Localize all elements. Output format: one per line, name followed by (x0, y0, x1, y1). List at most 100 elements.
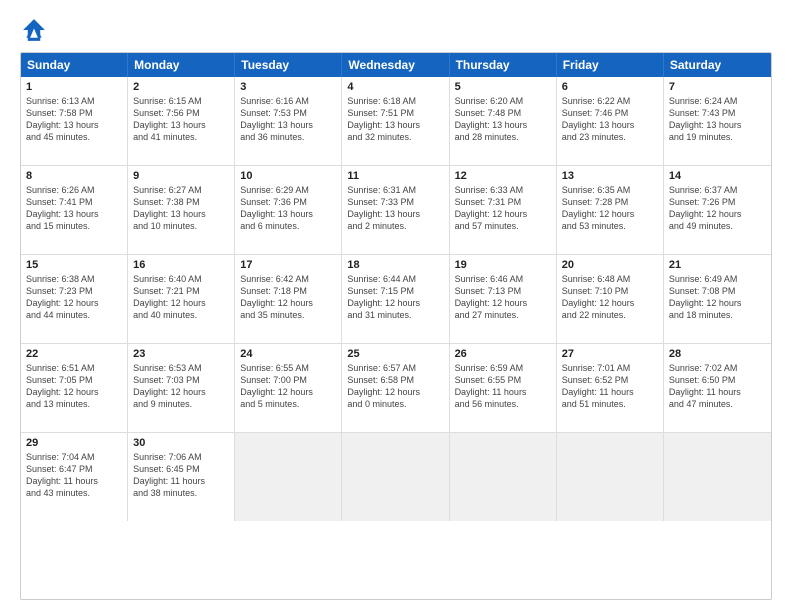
day-number: 5 (455, 81, 551, 93)
day-number: 13 (562, 170, 658, 182)
cell-info-line: Daylight: 12 hours (669, 208, 766, 220)
day-cell-21: 21Sunrise: 6:49 AMSunset: 7:08 PMDayligh… (664, 255, 771, 343)
cell-info-line: Sunrise: 6:44 AM (347, 273, 443, 285)
cell-info-line: Sunrise: 6:48 AM (562, 273, 658, 285)
cell-info-line: Sunset: 6:55 PM (455, 374, 551, 386)
page: SundayMondayTuesdayWednesdayThursdayFrid… (0, 0, 792, 612)
cell-info-line: Daylight: 13 hours (562, 119, 658, 131)
day-number: 8 (26, 170, 122, 182)
day-cell-3: 3Sunrise: 6:16 AMSunset: 7:53 PMDaylight… (235, 77, 342, 165)
day-cell-5: 5Sunrise: 6:20 AMSunset: 7:48 PMDaylight… (450, 77, 557, 165)
calendar-row-5: 29Sunrise: 7:04 AMSunset: 6:47 PMDayligh… (21, 433, 771, 521)
day-number: 22 (26, 348, 122, 360)
cell-info-line: Daylight: 12 hours (455, 208, 551, 220)
day-number: 21 (669, 259, 766, 271)
calendar-header: SundayMondayTuesdayWednesdayThursdayFrid… (21, 53, 771, 77)
cell-info-line: Sunrise: 7:01 AM (562, 362, 658, 374)
cell-info-line: Daylight: 12 hours (562, 297, 658, 309)
day-cell-17: 17Sunrise: 6:42 AMSunset: 7:18 PMDayligh… (235, 255, 342, 343)
cell-info-line: and 5 minutes. (240, 398, 336, 410)
empty-cell (342, 433, 449, 521)
logo (20, 16, 52, 44)
day-number: 10 (240, 170, 336, 182)
cell-info-line: Sunset: 6:52 PM (562, 374, 658, 386)
cell-info-line: Sunset: 6:47 PM (26, 463, 122, 475)
day-cell-16: 16Sunrise: 6:40 AMSunset: 7:21 PMDayligh… (128, 255, 235, 343)
cell-info-line: and 49 minutes. (669, 220, 766, 232)
day-number: 17 (240, 259, 336, 271)
empty-cell (664, 433, 771, 521)
cell-info-line: Daylight: 13 hours (133, 119, 229, 131)
day-cell-8: 8Sunrise: 6:26 AMSunset: 7:41 PMDaylight… (21, 166, 128, 254)
day-number: 2 (133, 81, 229, 93)
cell-info-line: Sunrise: 6:27 AM (133, 184, 229, 196)
cell-info-line: and 22 minutes. (562, 309, 658, 321)
cell-info-line: Sunrise: 6:57 AM (347, 362, 443, 374)
cell-info-line: Sunrise: 6:16 AM (240, 95, 336, 107)
day-cell-6: 6Sunrise: 6:22 AMSunset: 7:46 PMDaylight… (557, 77, 664, 165)
cell-info-line: Daylight: 12 hours (26, 386, 122, 398)
day-cell-1: 1Sunrise: 6:13 AMSunset: 7:58 PMDaylight… (21, 77, 128, 165)
cell-info-line: Sunrise: 6:24 AM (669, 95, 766, 107)
cell-info-line: Sunrise: 7:06 AM (133, 451, 229, 463)
day-cell-30: 30Sunrise: 7:06 AMSunset: 6:45 PMDayligh… (128, 433, 235, 521)
cell-info-line: Daylight: 12 hours (133, 297, 229, 309)
calendar: SundayMondayTuesdayWednesdayThursdayFrid… (20, 52, 772, 600)
cell-info-line: Sunrise: 6:29 AM (240, 184, 336, 196)
cell-info-line: and 19 minutes. (669, 131, 766, 143)
cell-info-line: Daylight: 12 hours (240, 386, 336, 398)
cell-info-line: Sunset: 7:26 PM (669, 196, 766, 208)
day-cell-25: 25Sunrise: 6:57 AMSunset: 6:58 PMDayligh… (342, 344, 449, 432)
cell-info-line: Sunset: 7:03 PM (133, 374, 229, 386)
calendar-row-2: 8Sunrise: 6:26 AMSunset: 7:41 PMDaylight… (21, 166, 771, 255)
day-number: 27 (562, 348, 658, 360)
cell-info-line: and 51 minutes. (562, 398, 658, 410)
cell-info-line: Daylight: 12 hours (240, 297, 336, 309)
cell-info-line: Sunset: 7:13 PM (455, 285, 551, 297)
cell-info-line: and 9 minutes. (133, 398, 229, 410)
cell-info-line: Sunrise: 6:55 AM (240, 362, 336, 374)
cell-info-line: Sunrise: 6:26 AM (26, 184, 122, 196)
cell-info-line: Sunset: 7:15 PM (347, 285, 443, 297)
calendar-row-1: 1Sunrise: 6:13 AMSunset: 7:58 PMDaylight… (21, 77, 771, 166)
cell-info-line: Sunset: 7:46 PM (562, 107, 658, 119)
day-number: 24 (240, 348, 336, 360)
cell-info-line: Sunrise: 6:38 AM (26, 273, 122, 285)
header-cell-friday: Friday (557, 53, 664, 77)
cell-info-line: Sunrise: 6:46 AM (455, 273, 551, 285)
cell-info-line: Sunset: 7:56 PM (133, 107, 229, 119)
cell-info-line: and 56 minutes. (455, 398, 551, 410)
day-number: 11 (347, 170, 443, 182)
cell-info-line: and 10 minutes. (133, 220, 229, 232)
day-cell-22: 22Sunrise: 6:51 AMSunset: 7:05 PMDayligh… (21, 344, 128, 432)
cell-info-line: Sunset: 7:33 PM (347, 196, 443, 208)
cell-info-line: Daylight: 12 hours (26, 297, 122, 309)
empty-cell (235, 433, 342, 521)
cell-info-line: Daylight: 11 hours (562, 386, 658, 398)
day-number: 30 (133, 437, 229, 449)
day-number: 6 (562, 81, 658, 93)
day-number: 1 (26, 81, 122, 93)
header-cell-sunday: Sunday (21, 53, 128, 77)
cell-info-line: and 13 minutes. (26, 398, 122, 410)
cell-info-line: Sunrise: 6:13 AM (26, 95, 122, 107)
cell-info-line: and 35 minutes. (240, 309, 336, 321)
cell-info-line: and 44 minutes. (26, 309, 122, 321)
header-cell-wednesday: Wednesday (342, 53, 449, 77)
cell-info-line: and 31 minutes. (347, 309, 443, 321)
cell-info-line: Daylight: 12 hours (669, 297, 766, 309)
cell-info-line: Sunrise: 6:40 AM (133, 273, 229, 285)
cell-info-line: Sunset: 7:51 PM (347, 107, 443, 119)
cell-info-line: and 28 minutes. (455, 131, 551, 143)
cell-info-line: and 53 minutes. (562, 220, 658, 232)
header-cell-monday: Monday (128, 53, 235, 77)
cell-info-line: Sunset: 7:21 PM (133, 285, 229, 297)
cell-info-line: Sunset: 7:53 PM (240, 107, 336, 119)
cell-info-line: Daylight: 13 hours (240, 208, 336, 220)
cell-info-line: Daylight: 12 hours (347, 386, 443, 398)
day-number: 18 (347, 259, 443, 271)
cell-info-line: Sunrise: 6:18 AM (347, 95, 443, 107)
cell-info-line: and 57 minutes. (455, 220, 551, 232)
cell-info-line: Sunrise: 6:31 AM (347, 184, 443, 196)
cell-info-line: Sunset: 7:00 PM (240, 374, 336, 386)
